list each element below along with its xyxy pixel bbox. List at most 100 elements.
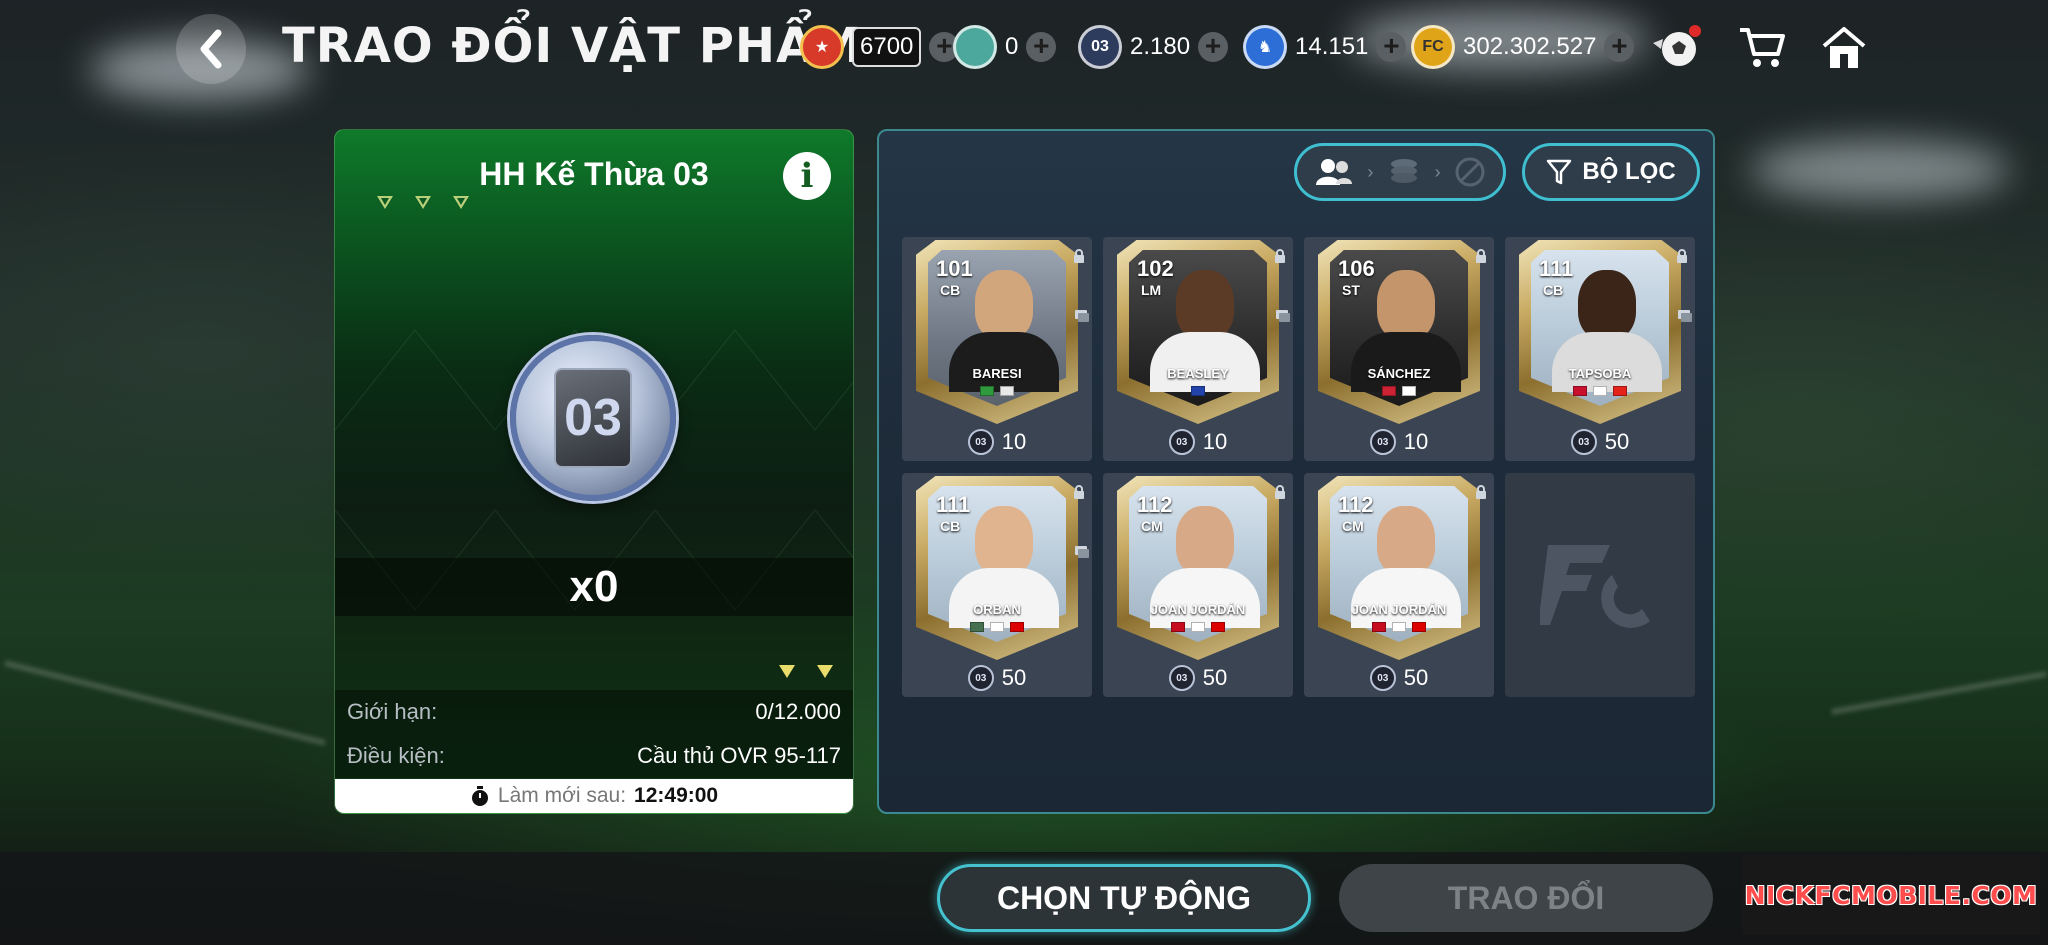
pitch-line	[4, 660, 326, 746]
player-position: ST	[1342, 282, 1360, 298]
lock-icon	[1476, 485, 1486, 499]
price-tag: 03 10	[1103, 429, 1293, 455]
token-03-icon: 03	[967, 665, 994, 691]
lock-icon	[1275, 485, 1285, 499]
swap-icon	[1075, 546, 1089, 558]
chevron-right-icon: ›	[1367, 161, 1374, 182]
token-03-icon: 03	[1369, 665, 1396, 691]
price-tag: 03 10	[902, 429, 1092, 455]
player-name: TAPSOBA	[1568, 366, 1632, 381]
item-detail-panel: HH Kế Thừa 03 i 03 x0 Giới hạn: 0/12.000…	[334, 129, 854, 814]
info-rows: Giới hạn: 0/12.000 Điều kiện: Cầu thủ OV…	[335, 690, 853, 778]
player-kit	[1351, 568, 1461, 628]
lock-icon	[1074, 249, 1084, 263]
trade-button[interactable]: TRAO ĐỔI	[1339, 864, 1713, 932]
limit-label: Giới hạn:	[347, 699, 438, 724]
player-card-slot[interactable]: 102 LM BEASLEY 03 10	[1103, 237, 1293, 461]
player-kit	[949, 332, 1059, 392]
player-card: 111 CB TAPSOBA	[1519, 240, 1681, 424]
flag-icon	[1211, 622, 1225, 632]
currency-event: ★ 6700 +	[800, 22, 960, 72]
player-card-slot[interactable]: 101 CB BARESI 03 10	[902, 237, 1092, 461]
player-card: 102 LM BEASLEY	[1117, 240, 1279, 424]
token-03-icon: 03	[1078, 25, 1122, 69]
player-flags	[1318, 386, 1480, 396]
watermark: NICKFCMOBILE.COM	[1742, 855, 2040, 935]
player-photo	[975, 270, 1033, 340]
currency-value: 2.180	[1130, 33, 1191, 60]
auto-select-button[interactable]: CHỌN TỰ ĐỘNG	[937, 864, 1311, 932]
condition-value: Cầu thủ OVR 95-117	[637, 743, 841, 768]
stopwatch-icon	[471, 786, 488, 806]
price-tag: 03 50	[1304, 665, 1494, 691]
currency-value: 0	[1005, 33, 1019, 60]
player-card-slot[interactable]: 112 CM JOAN JORDÁN 03 50	[1103, 473, 1293, 697]
filter-label: BỘ LỌC	[1582, 158, 1676, 185]
player-card: 112 CM JOAN JORDÁN	[1117, 476, 1279, 660]
flag-icon	[970, 622, 984, 632]
currency-gem: 0 +	[953, 22, 1057, 72]
refresh-time: 12:49:00	[634, 784, 719, 807]
price-value: 50	[1604, 429, 1630, 454]
lock-icon	[1074, 485, 1084, 499]
stadium-light	[1750, 140, 2010, 200]
back-button[interactable]	[176, 14, 246, 84]
flag-icon	[1613, 386, 1627, 396]
token-03-icon: 03	[1168, 429, 1195, 455]
flag-icon	[990, 622, 1004, 632]
token-03-icon: 03	[1570, 429, 1597, 455]
player-card-slot[interactable]: 112 CM JOAN JORDÁN 03 50	[1304, 473, 1494, 697]
player-name: JOAN JORDÁN	[1351, 602, 1447, 617]
player-card: 112 CM JOAN JORDÁN	[1318, 476, 1480, 660]
page-title: TRAO ĐỔI VẬT PHẨM	[282, 18, 863, 74]
empty-slot[interactable]	[1505, 473, 1695, 697]
player-position: CB	[1543, 282, 1564, 298]
plus-button[interactable]: +	[1026, 32, 1057, 62]
flag-icon	[1191, 622, 1205, 632]
price-tag: 03 50	[902, 665, 1092, 691]
player-ovr: 112	[1338, 492, 1374, 517]
player-card-slot[interactable]: 106 ST SÁNCHEZ 03 10	[1304, 237, 1494, 461]
player-name: BEASLEY	[1167, 366, 1229, 381]
filter-button[interactable]: BỘ LỌC	[1522, 143, 1700, 201]
chevron-right-icon: ›	[1434, 161, 1441, 182]
ball-icon	[1653, 25, 1701, 66]
cart-icon	[1740, 28, 1785, 67]
player-position: CM	[1141, 518, 1163, 534]
token-label: 03	[554, 368, 632, 468]
event-coin-icon: ★	[800, 25, 844, 69]
ball-button[interactable]	[1648, 20, 1704, 76]
plus-button[interactable]: +	[1604, 32, 1635, 62]
price-value: 10	[1001, 429, 1027, 454]
plus-button[interactable]: +	[1376, 32, 1407, 62]
lock-icon	[1677, 249, 1687, 263]
token-03-icon: 03	[1369, 429, 1396, 455]
player-photo	[1377, 506, 1435, 576]
player-card: 111 CB ORBAN	[916, 476, 1078, 660]
sort-toggle[interactable]: › ›	[1294, 143, 1506, 201]
players-icon	[1315, 159, 1352, 185]
flag-icon	[1573, 386, 1587, 396]
player-photo	[1578, 270, 1636, 340]
fc-coin-icon: FC	[1411, 25, 1455, 69]
triangle-icon	[779, 665, 795, 678]
player-name: ORBAN	[973, 602, 1021, 617]
player-card-slot[interactable]: 111 CB ORBAN 03 50	[902, 473, 1092, 697]
pitch-line	[1831, 671, 2047, 715]
swap-icon	[1678, 310, 1692, 322]
flag-icon	[1171, 622, 1185, 632]
stack-icon	[1390, 159, 1417, 183]
plus-button[interactable]: +	[1198, 32, 1229, 62]
currency-value: 302.302.527	[1463, 33, 1597, 60]
player-name: BARESI	[972, 366, 1022, 381]
player-ovr: 102	[1137, 256, 1174, 281]
shield-gem-icon	[953, 25, 997, 69]
home-button[interactable]	[1816, 20, 1872, 76]
player-card-slot[interactable]: 111 CB TAPSOBA 03 50	[1505, 237, 1695, 461]
currency-fc: FC 302.302.527 +	[1411, 22, 1635, 72]
triangle-icon	[817, 665, 833, 678]
price-value: 50	[1202, 665, 1228, 690]
flag-icon	[1191, 386, 1205, 396]
player-photo	[1176, 506, 1234, 576]
cart-button[interactable]	[1734, 20, 1790, 76]
